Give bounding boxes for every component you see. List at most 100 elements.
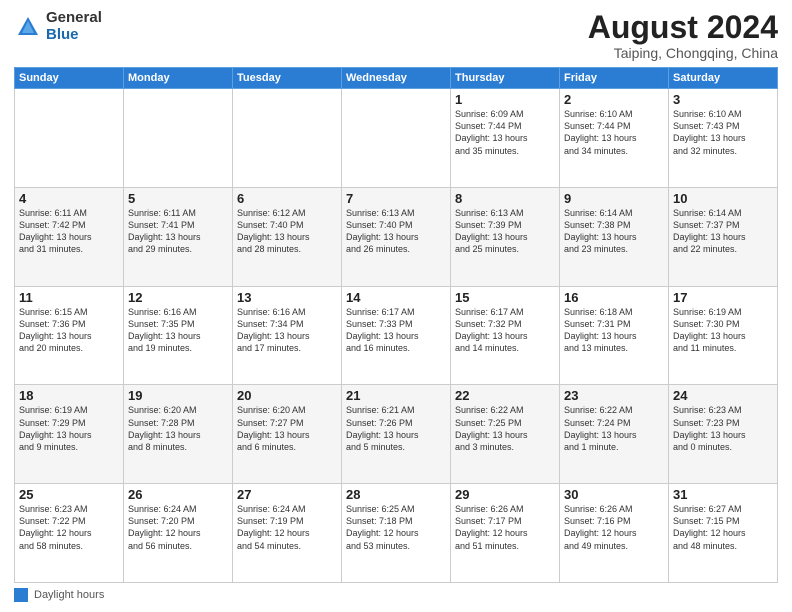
day-number: 3	[673, 92, 773, 107]
calendar-cell: 17Sunrise: 6:19 AM Sunset: 7:30 PM Dayli…	[669, 286, 778, 385]
calendar-cell: 1Sunrise: 6:09 AM Sunset: 7:44 PM Daylig…	[451, 89, 560, 188]
day-number: 16	[564, 290, 664, 305]
calendar-week-5: 25Sunrise: 6:23 AM Sunset: 7:22 PM Dayli…	[15, 484, 778, 583]
calendar-week-4: 18Sunrise: 6:19 AM Sunset: 7:29 PM Dayli…	[15, 385, 778, 484]
calendar-cell	[342, 89, 451, 188]
col-friday: Friday	[560, 68, 669, 89]
day-number: 5	[128, 191, 228, 206]
day-info: Sunrise: 6:20 AM Sunset: 7:28 PM Dayligh…	[128, 404, 228, 453]
day-number: 23	[564, 388, 664, 403]
col-monday: Monday	[124, 68, 233, 89]
calendar-cell: 14Sunrise: 6:17 AM Sunset: 7:33 PM Dayli…	[342, 286, 451, 385]
day-info: Sunrise: 6:21 AM Sunset: 7:26 PM Dayligh…	[346, 404, 446, 453]
day-info: Sunrise: 6:12 AM Sunset: 7:40 PM Dayligh…	[237, 207, 337, 256]
day-info: Sunrise: 6:24 AM Sunset: 7:20 PM Dayligh…	[128, 503, 228, 552]
day-info: Sunrise: 6:14 AM Sunset: 7:38 PM Dayligh…	[564, 207, 664, 256]
calendar-cell: 29Sunrise: 6:26 AM Sunset: 7:17 PM Dayli…	[451, 484, 560, 583]
header-row: Sunday Monday Tuesday Wednesday Thursday…	[15, 68, 778, 89]
logo: General Blue	[14, 10, 102, 43]
day-info: Sunrise: 6:14 AM Sunset: 7:37 PM Dayligh…	[673, 207, 773, 256]
calendar-week-3: 11Sunrise: 6:15 AM Sunset: 7:36 PM Dayli…	[15, 286, 778, 385]
day-number: 22	[455, 388, 555, 403]
day-info: Sunrise: 6:19 AM Sunset: 7:30 PM Dayligh…	[673, 306, 773, 355]
day-number: 28	[346, 487, 446, 502]
day-number: 14	[346, 290, 446, 305]
day-number: 4	[19, 191, 119, 206]
calendar-cell: 25Sunrise: 6:23 AM Sunset: 7:22 PM Dayli…	[15, 484, 124, 583]
footer-label: Daylight hours	[34, 589, 104, 601]
day-info: Sunrise: 6:11 AM Sunset: 7:41 PM Dayligh…	[128, 207, 228, 256]
calendar-cell: 21Sunrise: 6:21 AM Sunset: 7:26 PM Dayli…	[342, 385, 451, 484]
calendar-cell: 7Sunrise: 6:13 AM Sunset: 7:40 PM Daylig…	[342, 187, 451, 286]
calendar-cell: 6Sunrise: 6:12 AM Sunset: 7:40 PM Daylig…	[233, 187, 342, 286]
calendar-cell: 30Sunrise: 6:26 AM Sunset: 7:16 PM Dayli…	[560, 484, 669, 583]
calendar-week-1: 1Sunrise: 6:09 AM Sunset: 7:44 PM Daylig…	[15, 89, 778, 188]
col-tuesday: Tuesday	[233, 68, 342, 89]
day-info: Sunrise: 6:26 AM Sunset: 7:17 PM Dayligh…	[455, 503, 555, 552]
calendar-body: 1Sunrise: 6:09 AM Sunset: 7:44 PM Daylig…	[15, 89, 778, 583]
day-info: Sunrise: 6:16 AM Sunset: 7:35 PM Dayligh…	[128, 306, 228, 355]
calendar-cell: 16Sunrise: 6:18 AM Sunset: 7:31 PM Dayli…	[560, 286, 669, 385]
day-info: Sunrise: 6:10 AM Sunset: 7:43 PM Dayligh…	[673, 108, 773, 157]
day-number: 30	[564, 487, 664, 502]
day-info: Sunrise: 6:25 AM Sunset: 7:18 PM Dayligh…	[346, 503, 446, 552]
day-number: 15	[455, 290, 555, 305]
header: General Blue August 2024 Taiping, Chongq…	[14, 10, 778, 61]
col-saturday: Saturday	[669, 68, 778, 89]
day-number: 19	[128, 388, 228, 403]
calendar-cell: 12Sunrise: 6:16 AM Sunset: 7:35 PM Dayli…	[124, 286, 233, 385]
day-number: 7	[346, 191, 446, 206]
day-number: 24	[673, 388, 773, 403]
day-number: 31	[673, 487, 773, 502]
day-info: Sunrise: 6:22 AM Sunset: 7:24 PM Dayligh…	[564, 404, 664, 453]
calendar-cell: 23Sunrise: 6:22 AM Sunset: 7:24 PM Dayli…	[560, 385, 669, 484]
calendar-cell: 9Sunrise: 6:14 AM Sunset: 7:38 PM Daylig…	[560, 187, 669, 286]
calendar-cell: 5Sunrise: 6:11 AM Sunset: 7:41 PM Daylig…	[124, 187, 233, 286]
calendar-table: Sunday Monday Tuesday Wednesday Thursday…	[14, 67, 778, 583]
day-info: Sunrise: 6:23 AM Sunset: 7:22 PM Dayligh…	[19, 503, 119, 552]
title-block: August 2024 Taiping, Chongqing, China	[588, 10, 778, 61]
day-info: Sunrise: 6:24 AM Sunset: 7:19 PM Dayligh…	[237, 503, 337, 552]
calendar-cell	[124, 89, 233, 188]
day-number: 1	[455, 92, 555, 107]
calendar-cell: 22Sunrise: 6:22 AM Sunset: 7:25 PM Dayli…	[451, 385, 560, 484]
day-info: Sunrise: 6:13 AM Sunset: 7:39 PM Dayligh…	[455, 207, 555, 256]
col-wednesday: Wednesday	[342, 68, 451, 89]
calendar-cell: 13Sunrise: 6:16 AM Sunset: 7:34 PM Dayli…	[233, 286, 342, 385]
calendar-cell: 15Sunrise: 6:17 AM Sunset: 7:32 PM Dayli…	[451, 286, 560, 385]
day-number: 8	[455, 191, 555, 206]
calendar-cell: 24Sunrise: 6:23 AM Sunset: 7:23 PM Dayli…	[669, 385, 778, 484]
day-number: 29	[455, 487, 555, 502]
day-number: 27	[237, 487, 337, 502]
calendar-cell: 3Sunrise: 6:10 AM Sunset: 7:43 PM Daylig…	[669, 89, 778, 188]
day-info: Sunrise: 6:18 AM Sunset: 7:31 PM Dayligh…	[564, 306, 664, 355]
calendar-cell: 4Sunrise: 6:11 AM Sunset: 7:42 PM Daylig…	[15, 187, 124, 286]
calendar-cell: 10Sunrise: 6:14 AM Sunset: 7:37 PM Dayli…	[669, 187, 778, 286]
day-number: 2	[564, 92, 664, 107]
calendar-cell: 27Sunrise: 6:24 AM Sunset: 7:19 PM Dayli…	[233, 484, 342, 583]
day-number: 18	[19, 388, 119, 403]
logo-icon	[14, 13, 42, 41]
day-number: 13	[237, 290, 337, 305]
day-info: Sunrise: 6:23 AM Sunset: 7:23 PM Dayligh…	[673, 404, 773, 453]
day-number: 21	[346, 388, 446, 403]
daylight-color-swatch	[14, 588, 28, 602]
page: General Blue August 2024 Taiping, Chongq…	[0, 0, 792, 612]
day-number: 25	[19, 487, 119, 502]
logo-text: General Blue	[46, 10, 102, 43]
calendar-cell: 19Sunrise: 6:20 AM Sunset: 7:28 PM Dayli…	[124, 385, 233, 484]
day-number: 17	[673, 290, 773, 305]
day-info: Sunrise: 6:11 AM Sunset: 7:42 PM Dayligh…	[19, 207, 119, 256]
subtitle: Taiping, Chongqing, China	[588, 45, 778, 61]
day-number: 6	[237, 191, 337, 206]
day-info: Sunrise: 6:27 AM Sunset: 7:15 PM Dayligh…	[673, 503, 773, 552]
day-info: Sunrise: 6:17 AM Sunset: 7:32 PM Dayligh…	[455, 306, 555, 355]
col-thursday: Thursday	[451, 68, 560, 89]
day-info: Sunrise: 6:09 AM Sunset: 7:44 PM Dayligh…	[455, 108, 555, 157]
day-info: Sunrise: 6:22 AM Sunset: 7:25 PM Dayligh…	[455, 404, 555, 453]
logo-general-text: General	[46, 10, 102, 27]
day-info: Sunrise: 6:10 AM Sunset: 7:44 PM Dayligh…	[564, 108, 664, 157]
calendar-cell	[15, 89, 124, 188]
day-number: 20	[237, 388, 337, 403]
logo-blue-text: Blue	[46, 27, 102, 44]
